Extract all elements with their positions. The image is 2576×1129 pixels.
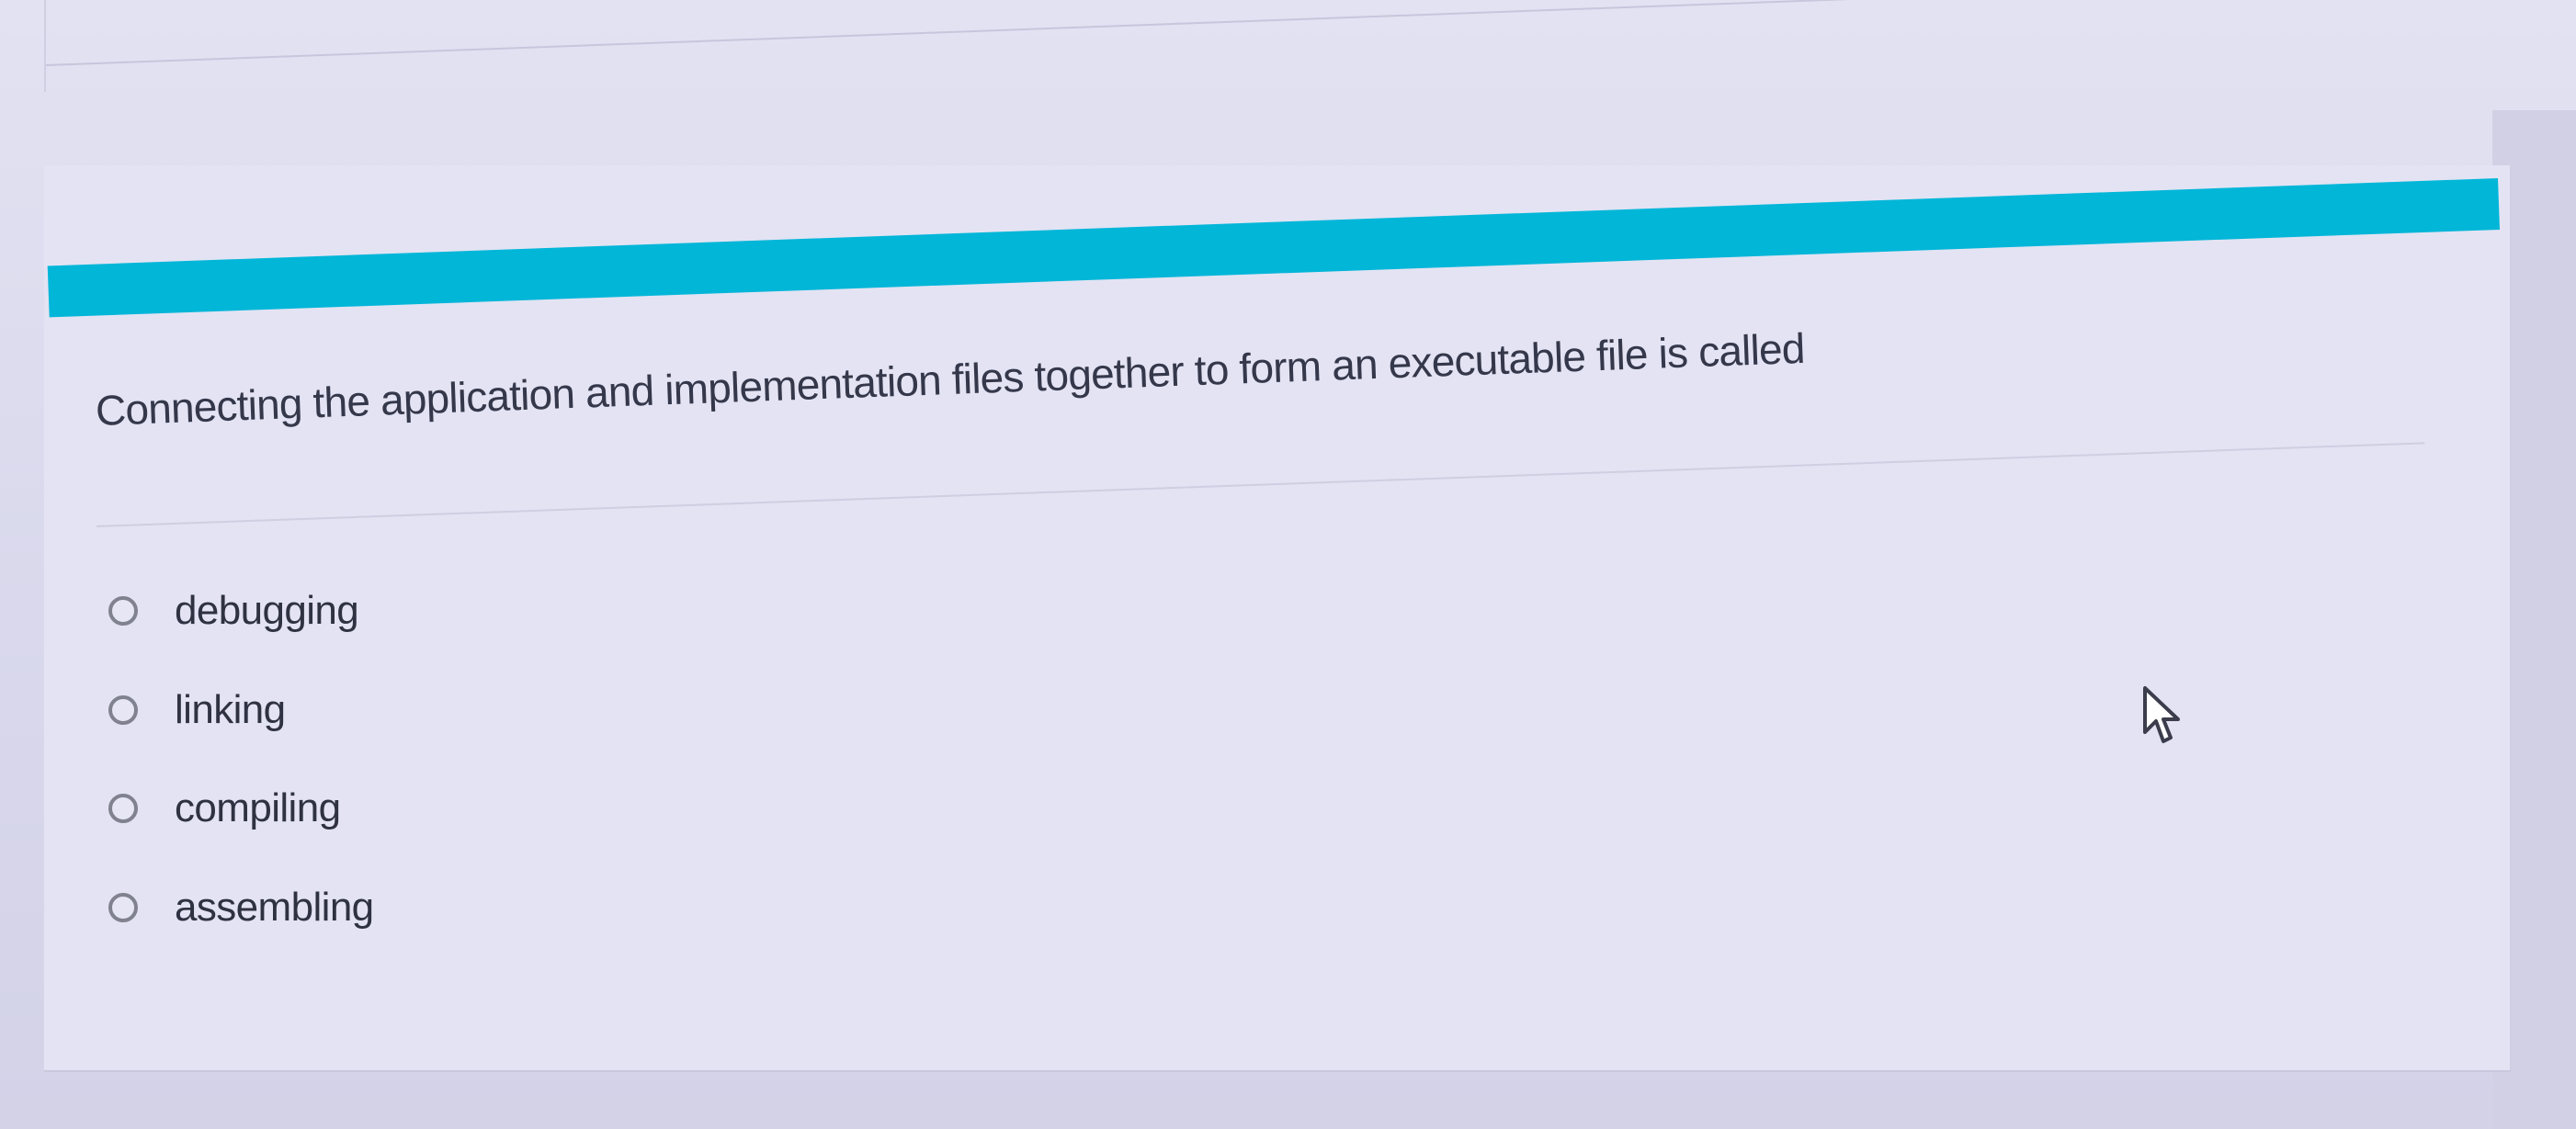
radio-unchecked-icon[interactable]	[108, 794, 138, 823]
option-compiling[interactable]: compiling	[108, 785, 341, 831]
quiz-page: Connecting the application and implement…	[0, 0, 2576, 1129]
option-assembling[interactable]: assembling	[108, 885, 374, 931]
previous-card-divider	[46, 0, 2434, 66]
option-label: linking	[175, 687, 286, 732]
option-label: compiling	[175, 785, 341, 830]
radio-unchecked-icon[interactable]	[108, 893, 138, 922]
radio-unchecked-icon[interactable]	[108, 596, 138, 626]
previous-card-edge	[44, 0, 46, 92]
option-label: debugging	[175, 588, 359, 633]
mouse-pointer-icon	[2143, 686, 2180, 743]
option-debugging[interactable]: debugging	[108, 588, 359, 634]
radio-unchecked-icon[interactable]	[108, 695, 138, 725]
option-linking[interactable]: linking	[108, 687, 286, 733]
option-label: assembling	[175, 885, 374, 930]
